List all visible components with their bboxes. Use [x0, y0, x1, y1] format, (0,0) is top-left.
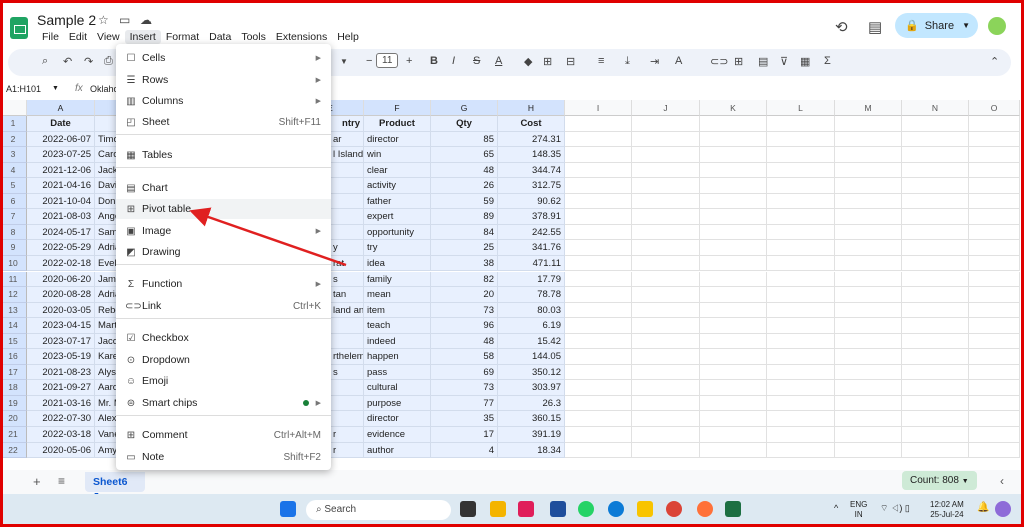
annotation-arrow: [189, 207, 347, 267]
